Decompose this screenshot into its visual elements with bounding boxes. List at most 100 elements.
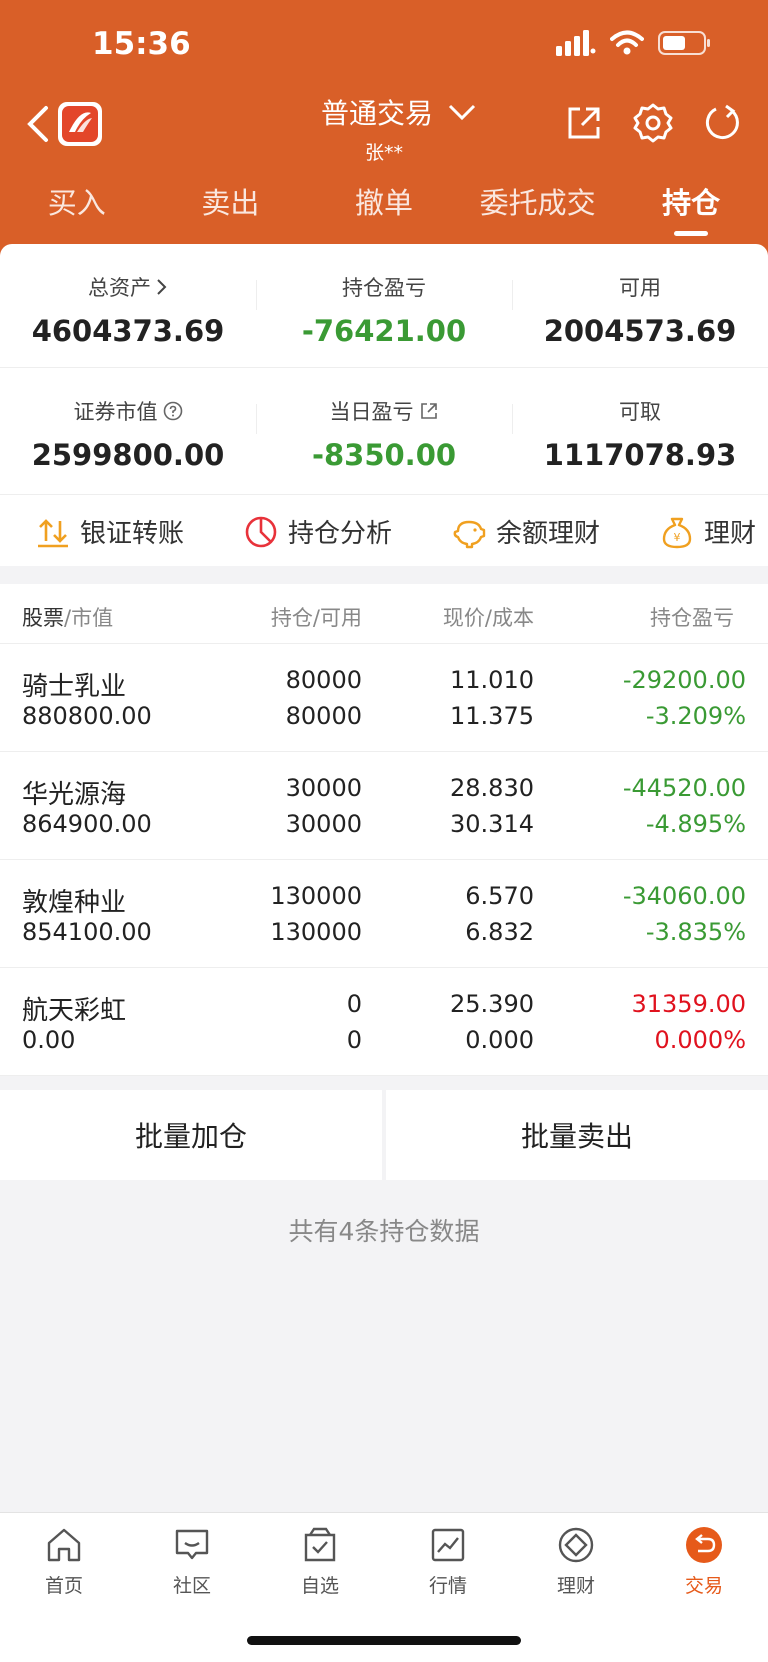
stock-position: 130000: [270, 882, 362, 910]
col-pnl[interactable]: 持仓盈亏: [650, 602, 734, 632]
stock-price: 28.830: [450, 774, 534, 802]
stock-price: 11.010: [450, 666, 534, 694]
quick-balance-finance-label: 余额理财: [496, 519, 601, 549]
market-value-value: 2599800.00: [31, 438, 225, 472]
signal-icon: [556, 30, 596, 56]
stock-available: 80000: [285, 702, 362, 730]
quick-bank-transfer[interactable]: 银证转账: [36, 513, 184, 550]
chevron-right-icon: [157, 279, 167, 295]
tab-buy[interactable]: 买入: [0, 180, 154, 240]
stock-position: 0: [346, 990, 362, 1018]
stock-name: 敦煌种业: [22, 888, 127, 918]
refresh-icon[interactable]: [702, 103, 742, 143]
batch-sell-button[interactable]: 批量卖出: [386, 1090, 768, 1180]
stock-cost: 30.314: [450, 810, 534, 838]
stock-pnl-pct: -4.895%: [645, 810, 746, 838]
batch-add-button[interactable]: 批量加仓: [0, 1090, 382, 1180]
page-title: 普通交易: [320, 97, 433, 130]
share-icon[interactable]: [564, 103, 604, 143]
stock-cost: 11.375: [450, 702, 534, 730]
home-icon: [47, 1528, 81, 1562]
daily-pnl-label: 当日盈亏: [329, 400, 414, 424]
back-arrow-icon[interactable]: [22, 102, 52, 146]
transfer-icon: [38, 518, 68, 547]
piggy-bank-icon: [453, 520, 486, 548]
available-funds: 可用 2004573.69: [512, 244, 768, 367]
nav-market[interactable]: 行情: [384, 1525, 512, 1598]
total-assets[interactable]: 总资产 4604373.69: [0, 244, 256, 367]
tab-sell[interactable]: 卖出: [154, 180, 308, 240]
daily-pnl-value: -8350.00: [311, 438, 457, 472]
status-time: 15:36: [92, 26, 191, 62]
asset-summary: 总资产 4604373.69 持仓盈亏 -76421.00 可用 2004573…: [0, 244, 768, 494]
external-link-icon[interactable]: [419, 401, 439, 421]
chevron-down-icon[interactable]: [447, 102, 477, 122]
stock-position: 30000: [285, 774, 362, 802]
stock-market-value: 0.00: [22, 1026, 76, 1054]
community-icon: [175, 1529, 209, 1560]
stock-pnl: -29200.00: [622, 666, 746, 694]
logo-icon: [62, 106, 98, 142]
tab-cancel[interactable]: 撤单: [307, 180, 461, 240]
stock-pnl: -34060.00: [622, 882, 746, 910]
nav-bar: 普通交易 张**: [0, 92, 768, 170]
pie-chart-icon: [245, 516, 277, 547]
stock-name: 骑士乳业: [22, 672, 127, 702]
trade-icon: [686, 1527, 722, 1563]
stock-position: 80000: [285, 666, 362, 694]
svg-text:¥: ¥: [674, 531, 681, 544]
stock-pnl-pct: -3.209%: [645, 702, 746, 730]
nav-community[interactable]: 社区: [128, 1525, 256, 1598]
wealth-icon: [558, 1527, 594, 1563]
quick-actions: 银证转账 持仓分析 余额理财 ¥ 理财: [0, 494, 768, 566]
quick-bank-transfer-label: 银证转账: [80, 519, 185, 549]
money-bag-icon: ¥: [662, 517, 692, 548]
header: 15:36 普通交易 张** 买入 卖出 撤单 委托成交 持仓: [0, 0, 768, 260]
quick-wealth[interactable]: ¥ 理财: [660, 513, 756, 550]
trade-tabs: 买入 卖出 撤单 委托成交 持仓: [0, 180, 768, 240]
home-indicator: [247, 1636, 521, 1645]
quick-wealth-label: 理财: [704, 519, 757, 549]
stock-cost: 6.832: [465, 918, 534, 946]
watchlist-icon: [304, 1527, 336, 1562]
withdrawable-funds: 可取 1117078.93: [512, 368, 768, 492]
table-row[interactable]: 敦煌种业 854100.00 130000 130000 6.570 6.832…: [0, 860, 768, 968]
stock-price: 25.390: [450, 990, 534, 1018]
app-logo: [58, 102, 102, 146]
table-row[interactable]: 骑士乳业 880800.00 80000 80000 11.010 11.375…: [0, 644, 768, 752]
market-value: 证券市值 2599800.00: [0, 368, 256, 492]
nav-home[interactable]: 首页: [0, 1525, 128, 1598]
gear-icon[interactable]: [632, 102, 674, 144]
stock-name: 华光源海: [22, 780, 127, 810]
withdrawable-label: 可取: [619, 400, 661, 424]
nav-trade[interactable]: 交易: [640, 1525, 768, 1598]
tab-holdings[interactable]: 持仓: [614, 180, 768, 240]
stock-pnl-pct: -3.835%: [645, 918, 746, 946]
stock-available: 0: [346, 1026, 362, 1054]
table-row[interactable]: 航天彩虹 0.00 0 0 25.390 0.000 31359.00 0.00…: [0, 968, 768, 1076]
col-price[interactable]: 现价/成本: [443, 602, 534, 632]
total-assets-value: 4604373.69: [31, 314, 225, 348]
status-icons: [556, 30, 712, 56]
table-header: 股票/市值 持仓/可用 现价/成本 持仓盈亏: [0, 584, 768, 644]
holdings-count: 共有4条持仓数据: [288, 1217, 480, 1246]
nav-actions: [564, 102, 742, 144]
daily-pnl[interactable]: 当日盈亏 -8350.00: [256, 368, 512, 492]
market-icon: [431, 1528, 465, 1562]
quick-balance-finance[interactable]: 余额理财: [452, 513, 600, 550]
table-row[interactable]: 华光源海 864900.00 30000 30000 28.830 30.314…: [0, 752, 768, 860]
stock-market-value: 854100.00: [22, 918, 152, 946]
nav-watchlist[interactable]: 自选: [256, 1525, 384, 1598]
market-value-label: 证券市值: [73, 400, 158, 424]
battery-icon: [658, 31, 710, 55]
nav-wealth[interactable]: 理财: [512, 1525, 640, 1598]
stock-available: 30000: [285, 810, 362, 838]
quick-position-analysis[interactable]: 持仓分析: [244, 513, 392, 550]
position-pnl-label: 持仓盈亏: [342, 276, 426, 300]
col-stock[interactable]: 股票/市值: [22, 602, 113, 632]
help-icon[interactable]: [163, 401, 183, 421]
stock-name: 航天彩虹: [22, 996, 127, 1026]
tab-orders[interactable]: 委托成交: [461, 180, 615, 240]
wifi-icon: [610, 30, 644, 55]
col-position[interactable]: 持仓/可用: [271, 602, 362, 632]
